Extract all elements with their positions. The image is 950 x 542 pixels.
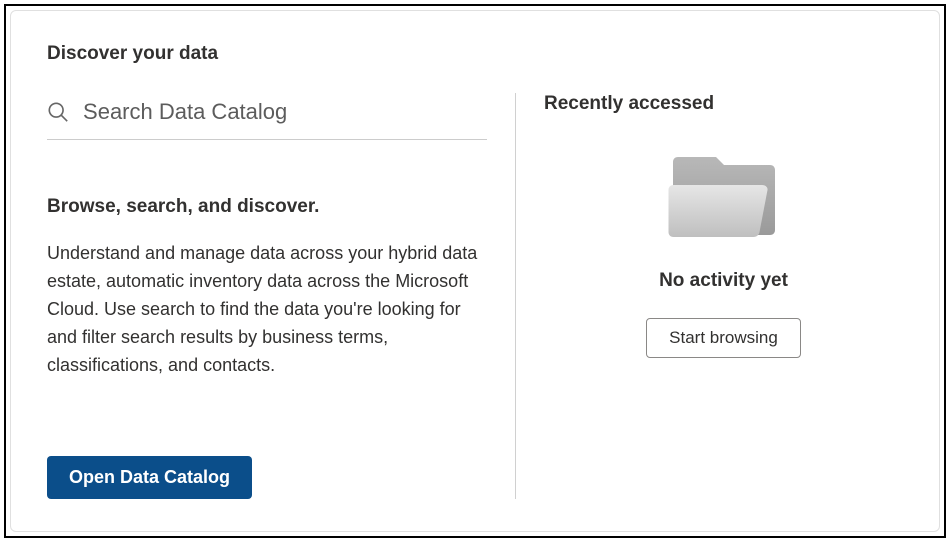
column-divider (515, 93, 516, 499)
recently-accessed-heading: Recently accessed (544, 93, 903, 115)
search-input[interactable] (83, 99, 487, 125)
search-icon (47, 100, 69, 124)
empty-state: No activity yet Start browsing (544, 151, 903, 358)
left-column: Browse, search, and discover. Understand… (47, 93, 487, 499)
right-column: Recently accessed (544, 93, 903, 499)
start-browsing-button[interactable]: Start browsing (646, 318, 801, 358)
search-field[interactable] (47, 93, 487, 140)
folder-open-icon (664, 151, 784, 246)
browse-subheading: Browse, search, and discover. (47, 196, 487, 218)
card-title: Discover your data (47, 43, 903, 65)
discover-data-card: Discover your data Browse, search, and d… (10, 10, 940, 532)
description-text: Understand and manage data across your h… (47, 240, 487, 379)
open-data-catalog-button[interactable]: Open Data Catalog (47, 456, 252, 499)
no-activity-text: No activity yet (659, 270, 788, 292)
